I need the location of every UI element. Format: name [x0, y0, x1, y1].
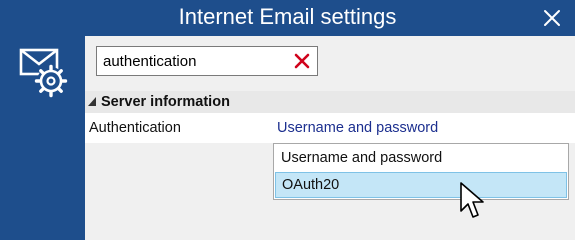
- property-row-authentication: Authentication Username and password: [85, 113, 575, 143]
- settings-panel: Server information Authentication Userna…: [85, 36, 575, 240]
- search-box: [96, 46, 318, 76]
- close-icon: [544, 10, 560, 26]
- clear-search-icon: [294, 53, 310, 69]
- section-server-information[interactable]: Server information: [85, 91, 575, 113]
- window-title: Internet Email settings: [178, 4, 397, 29]
- email-settings-icon: [19, 48, 68, 98]
- close-button[interactable]: [539, 5, 565, 31]
- search-input[interactable]: [103, 51, 293, 71]
- authentication-dropdown-list: Username and password OAuth20: [273, 143, 569, 200]
- section-title: Server information: [101, 94, 230, 110]
- mouse-pointer-icon: [460, 182, 484, 218]
- authentication-value-select[interactable]: Username and password: [277, 119, 438, 137]
- collapse-triangle-icon: [88, 97, 96, 106]
- dropdown-option-username-password[interactable]: Username and password: [275, 146, 567, 172]
- dropdown-option-oauth20[interactable]: OAuth20: [275, 172, 567, 198]
- left-pane: [0, 36, 85, 240]
- property-label: Authentication: [89, 120, 181, 136]
- title-bar: Internet Email settings: [0, 0, 575, 36]
- clear-search-button[interactable]: [293, 52, 311, 70]
